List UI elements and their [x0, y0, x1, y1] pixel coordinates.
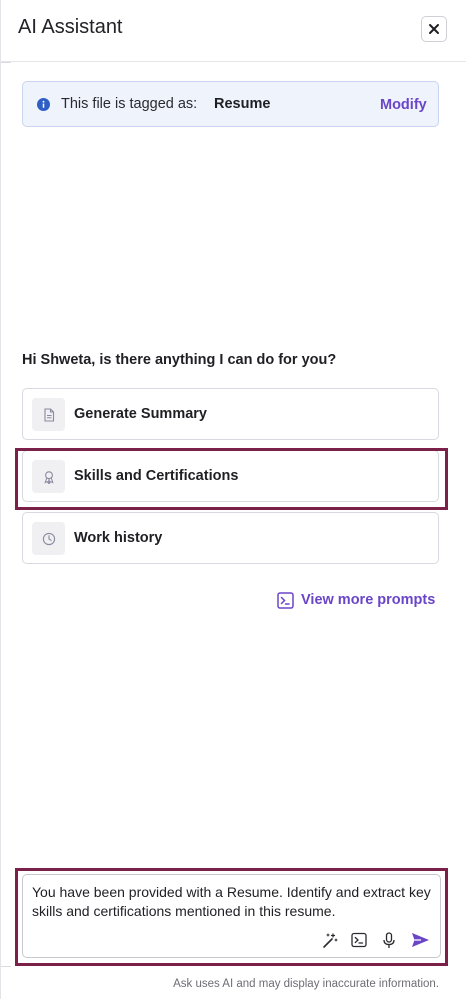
award-icon	[32, 460, 65, 493]
divider	[1, 62, 11, 63]
close-button[interactable]	[421, 16, 447, 42]
send-button[interactable]	[409, 931, 431, 949]
prompt-skills-certifications[interactable]: Skills and Certifications	[22, 450, 439, 502]
terminal-icon	[351, 932, 367, 948]
prompt-input[interactable]: You have been provided with a Resume. Id…	[22, 874, 441, 958]
close-icon	[429, 24, 439, 34]
terminal-icon	[277, 591, 294, 609]
document-icon	[32, 398, 65, 431]
tag-value: Resume	[214, 96, 271, 112]
prompt-label: Generate Summary	[74, 406, 207, 422]
info-icon	[37, 98, 50, 111]
prompt-label: Skills and Certifications	[74, 468, 239, 484]
prompt-generate-summary[interactable]: Generate Summary	[22, 388, 439, 440]
modify-tag-link[interactable]: Modify	[380, 97, 427, 113]
prompt-input-text[interactable]: You have been provided with a Resume. Id…	[32, 883, 432, 921]
magic-wand-button[interactable]	[320, 931, 338, 949]
file-tag-banner: This file is tagged as: Resume Modify	[22, 81, 439, 127]
divider	[1, 966, 11, 967]
ai-assistant-panel: AI Assistant This file is tagged as: Res…	[0, 0, 466, 999]
prompt-work-history[interactable]: Work history	[22, 512, 439, 564]
panel-header: AI Assistant	[1, 0, 466, 62]
prompt-library-button[interactable]	[350, 931, 368, 949]
view-more-label: View more prompts	[301, 592, 436, 608]
panel-title: AI Assistant	[18, 16, 123, 38]
prompt-label: Work history	[74, 530, 163, 546]
tag-label: This file is tagged as:	[61, 96, 198, 112]
ai-disclaimer: Ask uses AI and may display inaccurate i…	[173, 978, 439, 990]
view-more-prompts-link[interactable]: View more prompts	[277, 590, 435, 610]
magic-wand-icon	[322, 932, 338, 948]
microphone-button[interactable]	[380, 931, 398, 949]
greeting-text: Hi Shweta, is there anything I can do fo…	[22, 352, 337, 368]
clock-icon	[32, 522, 65, 555]
microphone-icon	[383, 931, 395, 948]
send-icon	[411, 933, 429, 947]
